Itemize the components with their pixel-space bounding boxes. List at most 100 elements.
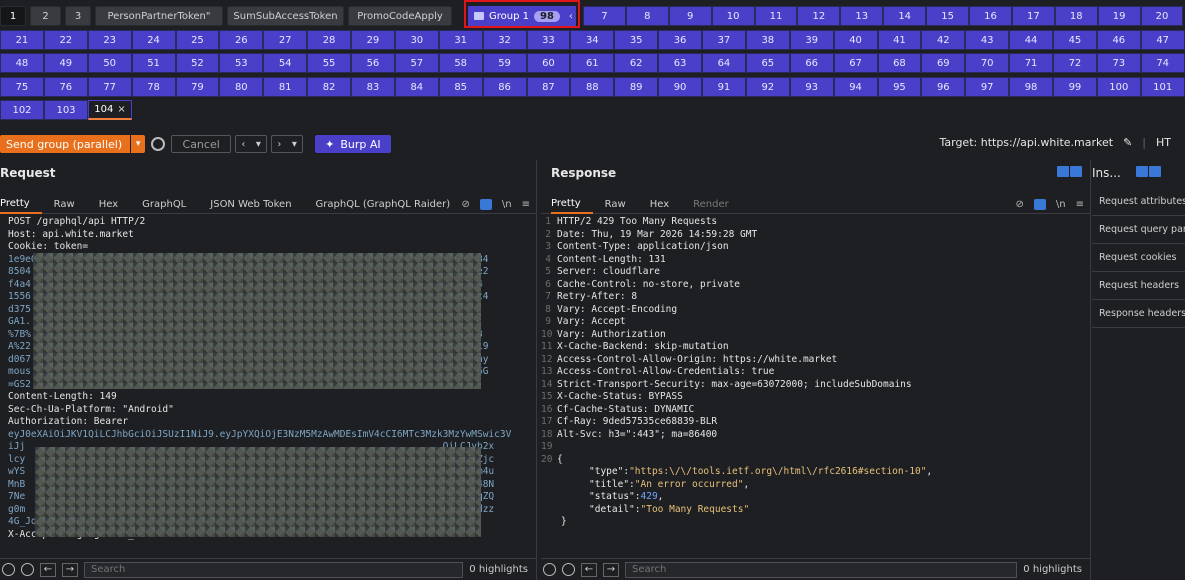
subtab-raw[interactable]: Raw (42, 194, 87, 214)
tab-69[interactable]: 69 (921, 53, 966, 73)
tab-3[interactable]: 3 (65, 6, 91, 26)
tab-11[interactable]: 11 (754, 6, 798, 26)
tab-13[interactable]: 13 (840, 6, 884, 26)
tab-38[interactable]: 38 (745, 30, 790, 50)
tab-73[interactable]: 73 (1096, 53, 1141, 73)
inspector-item-1[interactable]: Request query param (1092, 216, 1185, 244)
subtab-hex[interactable]: Hex (638, 194, 681, 214)
inspector-toggle[interactable] (1136, 166, 1161, 177)
tab-36[interactable]: 36 (658, 30, 702, 50)
subtab-raw[interactable]: Raw (593, 194, 638, 214)
send-group-button[interactable]: Send group (parallel) (0, 135, 131, 153)
wrap-lines-icon[interactable] (1033, 198, 1046, 210)
tab-25[interactable]: 25 (175, 30, 220, 50)
subtab-pretty[interactable]: Pretty (0, 194, 42, 214)
layout-split-icon[interactable] (1057, 166, 1069, 177)
tab-64[interactable]: 64 (702, 53, 746, 73)
tab-31[interactable]: 31 (438, 30, 483, 50)
tab-97[interactable]: 97 (965, 77, 1010, 97)
layout-stack-icon[interactable] (1070, 166, 1082, 177)
tab-12[interactable]: 12 (797, 6, 841, 26)
tab-84[interactable]: 84 (394, 77, 439, 97)
burp-ai-button[interactable]: ✦ Burp AI (315, 135, 391, 153)
tab-27[interactable]: 27 (263, 30, 308, 50)
tab-57[interactable]: 57 (394, 53, 439, 73)
menu-icon[interactable]: ≡ (522, 199, 530, 210)
tab-group-1[interactable]: Group 1 98 ‹ (468, 6, 576, 26)
tab-8[interactable]: 8 (625, 6, 669, 26)
tab-51[interactable]: 51 (131, 53, 176, 73)
tab-33[interactable]: 33 (526, 30, 571, 50)
tab-40[interactable]: 40 (833, 30, 878, 50)
tab-43[interactable]: 43 (965, 30, 1010, 50)
hide-icon[interactable]: ⊘ (1016, 199, 1024, 210)
tab-37[interactable]: 37 (702, 30, 746, 50)
help-icon[interactable] (543, 563, 556, 576)
tab-76[interactable]: 76 (43, 77, 88, 97)
tab-28[interactable]: 28 (307, 30, 351, 50)
collapse-icon[interactable]: ‹ (569, 11, 573, 22)
tab-77[interactable]: 77 (87, 77, 132, 97)
tab-44[interactable]: 44 (1009, 30, 1053, 50)
tab-6[interactable]: PromoCodeApply (348, 6, 452, 26)
hide-icon[interactable]: ⊘ (462, 199, 470, 210)
tab-83[interactable]: 83 (351, 77, 395, 97)
tab-104[interactable]: 104 × (88, 100, 132, 120)
tab-32[interactable]: 32 (482, 30, 527, 50)
tab-53[interactable]: 53 (219, 53, 264, 73)
tab-86[interactable]: 86 (482, 77, 527, 97)
tab-50[interactable]: 50 (87, 53, 132, 73)
next-match-button[interactable]: → (603, 562, 619, 577)
inspector-item-3[interactable]: Request headers (1092, 272, 1185, 300)
tab-65[interactable]: 65 (745, 53, 790, 73)
tab-5[interactable]: SumSubAccessToken (227, 6, 344, 26)
tab-92[interactable]: 92 (745, 77, 790, 97)
next-match-button[interactable]: → (62, 562, 78, 577)
response-editor[interactable]: 1 HTTP/2 429 Too Many Requests 2 Date: Thu,… (541, 216, 1090, 556)
inspector-item-0[interactable]: Request attributes (1092, 188, 1185, 216)
tab-14[interactable]: 14 (883, 6, 927, 26)
request-search-input[interactable] (84, 561, 464, 578)
tab-4[interactable]: PersonPartnerToken" (95, 6, 223, 26)
close-tab-icon[interactable]: × (117, 104, 125, 115)
tab-85[interactable]: 85 (438, 77, 483, 97)
tab-26[interactable]: 26 (219, 30, 264, 50)
tab-45[interactable]: 45 (1053, 30, 1097, 50)
tab-29[interactable]: 29 (351, 30, 395, 50)
tab-89[interactable]: 89 (614, 77, 659, 97)
inspector-layout-icon[interactable] (1136, 166, 1148, 177)
help-icon[interactable] (2, 563, 15, 576)
tab-68[interactable]: 68 (877, 53, 922, 73)
tab-79[interactable]: 79 (175, 77, 220, 97)
tab-60[interactable]: 60 (526, 53, 571, 73)
tab-10[interactable]: 10 (711, 6, 755, 26)
tab-58[interactable]: 58 (438, 53, 483, 73)
settings-icon[interactable] (21, 563, 34, 576)
subtab-json-web-token[interactable]: JSON Web Token (198, 194, 303, 214)
tab-103[interactable]: 103 (44, 100, 88, 120)
tab-39[interactable]: 39 (789, 30, 834, 50)
tab-98[interactable]: 98 (1009, 77, 1053, 97)
tab-71[interactable]: 71 (1009, 53, 1053, 73)
tab-15[interactable]: 15 (926, 6, 970, 26)
gear-icon[interactable] (151, 137, 166, 151)
back-button[interactable]: ‹ ▾ (235, 135, 268, 153)
tab-20[interactable]: 20 (1140, 6, 1184, 26)
tab-19[interactable]: 19 (1097, 6, 1141, 26)
tab-61[interactable]: 61 (570, 53, 615, 73)
tab-62[interactable]: 62 (614, 53, 659, 73)
inspector-layout-alt-icon[interactable] (1149, 166, 1161, 177)
tab-35[interactable]: 35 (614, 30, 659, 50)
tab-82[interactable]: 82 (307, 77, 351, 97)
tab-90[interactable]: 90 (658, 77, 702, 97)
prev-match-button[interactable]: ← (581, 562, 597, 577)
subtab-hex[interactable]: Hex (87, 194, 130, 214)
tab-95[interactable]: 95 (877, 77, 922, 97)
forward-button[interactable]: › ▾ (271, 135, 304, 153)
tab-74[interactable]: 74 (1140, 53, 1185, 73)
newline-icon[interactable]: \n (502, 199, 512, 210)
pencil-icon[interactable]: ✎ (1123, 136, 1132, 149)
newline-icon[interactable]: \n (1056, 199, 1066, 210)
tab-47[interactable]: 47 (1140, 30, 1185, 50)
menu-icon[interactable]: ≡ (1076, 199, 1084, 210)
